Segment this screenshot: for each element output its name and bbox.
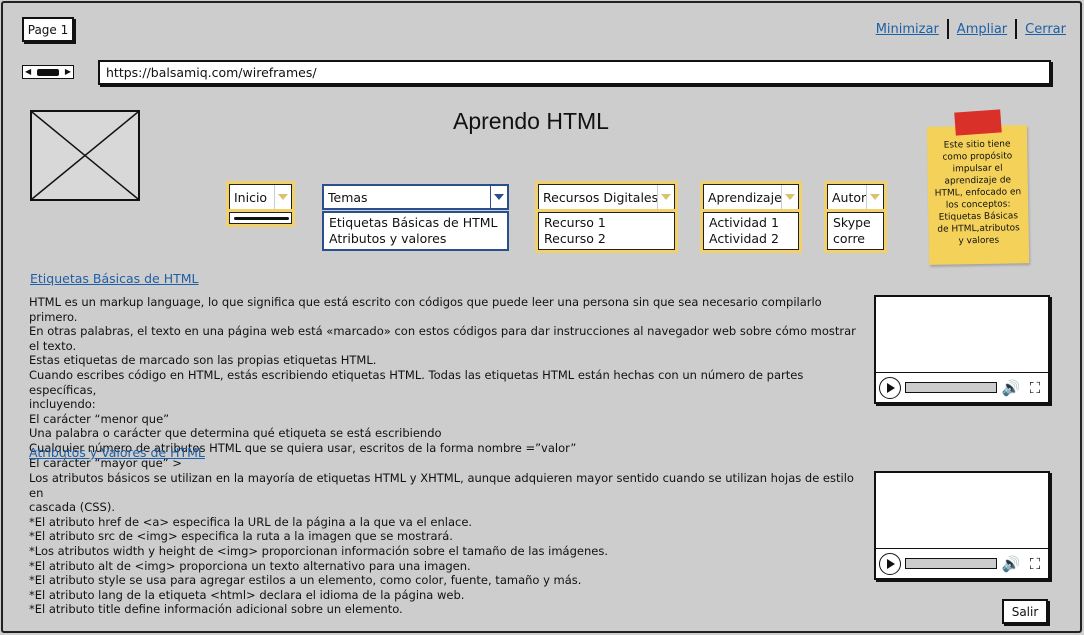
menu-item[interactable]: Atributos y valores <box>329 231 502 247</box>
chevron-down-icon[interactable] <box>781 185 798 209</box>
body-line: Una palabra o carácter que determina qué… <box>29 426 442 441</box>
menu-aprendizaje-label: Aprendizaje <box>708 189 782 205</box>
back-arrow-icon[interactable]: ◀ <box>25 68 31 76</box>
page-tab-label: Page 1 <box>27 22 69 37</box>
video-screen[interactable] <box>876 473 1048 549</box>
menu-aprendizaje-list: Actividad 1 Actividad 2 <box>703 212 799 250</box>
menu-item[interactable]: Actividad 1 <box>709 215 793 231</box>
page-title: Aprendo HTML <box>453 108 609 134</box>
divider <box>946 19 949 39</box>
body-line: *El atributo href de <a> especifica la U… <box>29 514 473 529</box>
chevron-down-icon[interactable] <box>274 185 291 209</box>
body-line: HTML es un markup language, lo que signi… <box>29 295 822 324</box>
body-line: En otras palabras, el texto en una págin… <box>29 324 856 353</box>
url-text: https://balsamiq.com/wireframes/ <box>106 65 317 80</box>
chevron-down-icon[interactable] <box>657 185 674 209</box>
forward-arrow-icon[interactable]: ▶ <box>65 68 71 76</box>
menu-inicio-list <box>229 212 292 224</box>
menu-item[interactable]: Recurso 2 <box>544 231 669 247</box>
menu-item[interactable]: Recurso 1 <box>544 215 669 231</box>
sticky-tape <box>954 109 1002 136</box>
section-heading-link[interactable]: Etiquetas Básicas de HTML <box>30 271 199 286</box>
body-line: incluyendo: <box>29 397 96 412</box>
video-player[interactable]: 🔊 ⛶ <box>874 295 1050 404</box>
exit-button-label: Salir <box>1011 604 1039 619</box>
menu-recursos-list: Recurso 1 Recurso 2 <box>538 212 675 250</box>
play-icon[interactable] <box>879 376 901 399</box>
fullscreen-icon[interactable]: ⛶ <box>1025 553 1045 575</box>
menu-item[interactable]: Actividad 2 <box>709 231 793 247</box>
menu-item[interactable]: Etiquetas Básicas de HTML <box>329 215 502 231</box>
body-line: *El atributo style se usa para agregar e… <box>29 573 582 588</box>
volume-icon[interactable]: 🔊 <box>1001 377 1021 399</box>
video-progress-bar[interactable] <box>905 558 997 569</box>
video-player[interactable]: 🔊 ⛶ <box>874 471 1050 580</box>
minimize-link[interactable]: Minimizar <box>876 22 939 37</box>
menu-autor-list: Skype corre <box>827 212 884 250</box>
page-tab[interactable]: Page 1 <box>22 17 74 42</box>
body-line: *El atributo lang de la etiqueta <html> … <box>29 587 465 602</box>
menu-inicio[interactable]: Inicio <box>229 184 292 210</box>
video-screen[interactable] <box>876 297 1048 373</box>
menu-temas[interactable]: Temas <box>322 184 509 210</box>
chevron-down-icon[interactable] <box>866 185 883 209</box>
navigation-scroller[interactable]: ◀ ▶ <box>22 65 74 79</box>
close-link[interactable]: Cerrar <box>1025 22 1066 37</box>
body-line: cascada (CSS). <box>29 500 115 515</box>
section-body: Los atributos básicos se utilizan en la … <box>29 471 859 617</box>
video-progress-bar[interactable] <box>905 382 997 393</box>
body-line: Los atributos básicos se utilizan en la … <box>29 471 854 500</box>
maximize-link[interactable]: Ampliar <box>957 22 1007 37</box>
body-line: Estas etiquetas de marcado son las propi… <box>29 353 377 368</box>
scroll-thumb[interactable] <box>37 68 59 76</box>
scribble-line <box>234 217 289 220</box>
menu-item[interactable]: Skype <box>833 215 878 231</box>
menu-aprendizaje[interactable]: Aprendizaje <box>703 184 799 210</box>
body-line: El carácter “menor que” <box>29 411 170 426</box>
play-icon[interactable] <box>879 552 901 575</box>
video-controls: 🔊 ⛶ <box>876 549 1048 578</box>
video-controls: 🔊 ⛶ <box>876 373 1048 402</box>
menu-autor[interactable]: Autor <box>827 184 884 210</box>
menu-temas-list: Etiquetas Básicas de HTML Atributos y va… <box>322 211 509 251</box>
menu-autor-label: Autor <box>832 189 867 205</box>
section-heading-link[interactable]: Atributos y Valores de HTML <box>29 445 205 460</box>
exit-button[interactable]: Salir <box>1002 599 1048 624</box>
body-line: *El atributo alt de <img> proporciona un… <box>29 558 471 573</box>
url-bar[interactable]: https://balsamiq.com/wireframes/ <box>98 60 1051 85</box>
menu-recursos[interactable]: Recursos Digitales <box>538 184 675 210</box>
section-body: HTML es un markup language, lo que signi… <box>29 295 859 470</box>
body-line: Cuando escribes código en HTML, estás es… <box>29 367 804 397</box>
image-placeholder <box>30 110 140 201</box>
sticky-note-text: Este sitio tiene como propósito impulsar… <box>934 139 1022 247</box>
volume-icon[interactable]: 🔊 <box>1001 553 1021 575</box>
window-controls: Minimizar Ampliar Cerrar <box>876 19 1066 39</box>
body-line: *Los atributos width y height de <img> p… <box>29 543 608 558</box>
menu-temas-label: Temas <box>328 189 368 205</box>
body-line: *El atributo title define información ad… <box>29 602 403 617</box>
menu-recursos-label: Recursos Digitales <box>543 189 659 205</box>
body-line: *El atributo src de <img> especifica la … <box>29 529 453 544</box>
sticky-note: Este sitio tiene como propósito impulsar… <box>926 125 1030 265</box>
image-placeholder-icon <box>31 111 139 200</box>
menu-inicio-label: Inicio <box>234 189 268 205</box>
chevron-down-icon[interactable] <box>490 186 507 208</box>
fullscreen-icon[interactable]: ⛶ <box>1025 377 1045 399</box>
divider <box>1015 19 1018 39</box>
menu-item[interactable]: corre <box>833 231 878 247</box>
